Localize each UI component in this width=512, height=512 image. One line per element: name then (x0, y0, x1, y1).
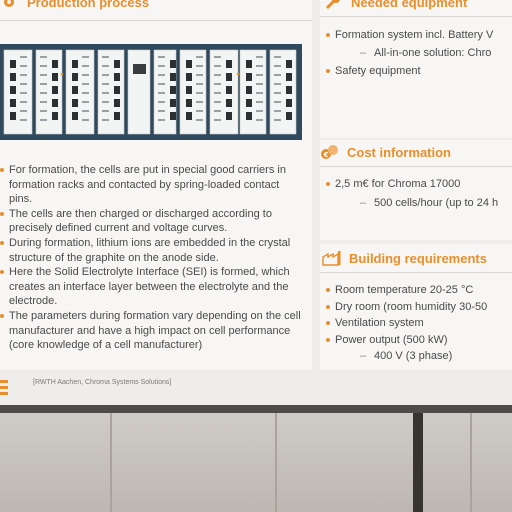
list-item: Formation system incl. Battery V (326, 28, 512, 43)
list-subitem: 400 V (3 phase) (326, 349, 512, 364)
factory-icon (322, 250, 341, 266)
production-title: Production process (27, 0, 150, 10)
list-item: Ventilation system (326, 316, 512, 331)
tools-icon (324, 0, 342, 10)
list-item: The cells are then charged or discharged… (0, 207, 305, 236)
production-header: Production process (0, 0, 149, 13)
divider (320, 16, 512, 17)
production-panel: Production process For formation, the ce… (0, 0, 312, 370)
divider (320, 166, 512, 167)
list-item: Here the Solid Electrolyte Interface (SE… (0, 265, 305, 309)
production-bullets: For formation, the cells are put in spec… (0, 163, 305, 353)
source-citation: [RWTH Aachen, Chroma Systems Solutions] (33, 379, 172, 386)
poster-stand (413, 413, 423, 512)
building-panel: Building requirements Room temperature 2… (320, 244, 512, 370)
list-item: Safety equipment (326, 64, 512, 79)
formation-racks-image (0, 44, 302, 140)
list-item: 2,5 m€ for Chroma 17000 (326, 177, 512, 192)
building-list: Room temperature 20-25 °C Dry room (room… (326, 283, 512, 364)
floor (0, 413, 512, 512)
floor-joint (110, 413, 112, 512)
list-item: For formation, the cells are put in spec… (0, 163, 305, 207)
building-title: Building requirements (349, 250, 487, 266)
list-item: Dry room (room humidity 30-50 (326, 300, 512, 315)
svg-text:€: € (323, 151, 329, 159)
list-item: Power output (500 kW) (326, 333, 512, 348)
cost-list: 2,5 m€ for Chroma 17000 500 cells/hour (… (326, 177, 512, 210)
floor-joint (470, 413, 472, 512)
list-item: The parameters during formation vary dep… (0, 309, 305, 353)
list-subitem: 500 cells/hour (up to 24 h (326, 196, 512, 211)
floor-joint (275, 413, 277, 512)
equipment-panel: Needed equipment Formation system incl. … (320, 0, 512, 138)
gear-icon (0, 0, 18, 10)
cost-title: Cost information (347, 144, 451, 160)
divider (0, 20, 312, 21)
building-header: Building requirements (322, 247, 487, 269)
poster-frame-bar (0, 405, 512, 413)
divider (320, 272, 512, 273)
list-item: Room temperature 20-25 °C (326, 283, 512, 298)
list-item: During formation, lithium ions are embed… (0, 236, 305, 265)
cost-header: € Cost information (320, 141, 451, 163)
equipment-header: Needed equipment (324, 0, 467, 13)
poster-board: Production process For formation, the ce… (0, 0, 512, 405)
money-icon: € (320, 144, 338, 160)
list-subitem: All-in-one solution: Chro (326, 46, 512, 61)
menu-icon (0, 380, 8, 402)
equipment-title: Needed equipment (351, 0, 468, 10)
equipment-list: Formation system incl. Battery V All-in-… (326, 28, 512, 79)
cost-panel: € Cost information 2,5 m€ for Chroma 170… (320, 140, 512, 240)
formation-system-photo (0, 44, 302, 140)
